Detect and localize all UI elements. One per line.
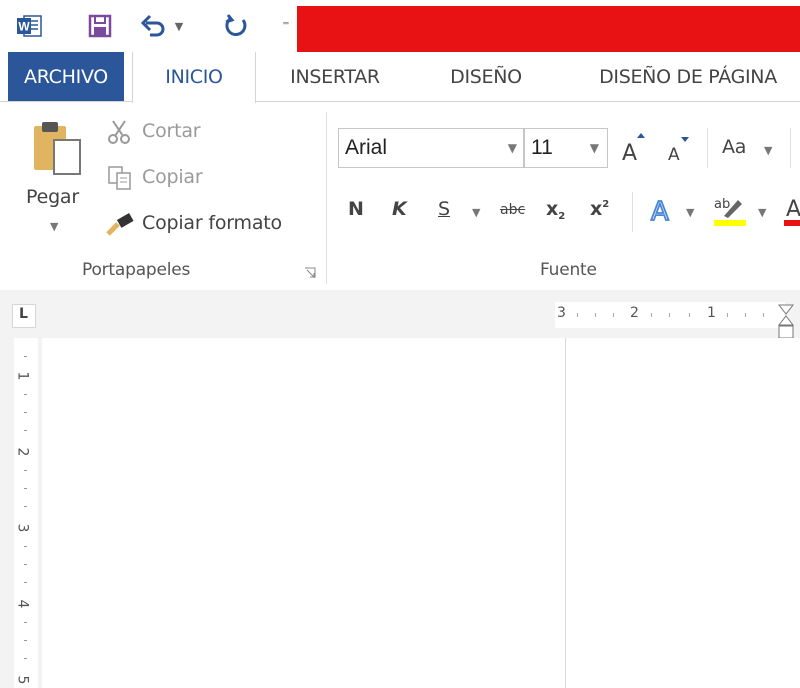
font-name-combo[interactable]: Arial ▼ — [338, 128, 524, 168]
tab-selector-label: L — [19, 306, 28, 322]
tab-diseno[interactable]: DISEÑO — [426, 52, 546, 102]
format-painter-icon[interactable] — [104, 210, 136, 238]
ruler-number: 2 — [14, 447, 31, 457]
svg-text:A: A — [651, 197, 669, 227]
svg-text:A: A — [786, 197, 800, 222]
change-case-button[interactable]: Aa — [722, 136, 746, 158]
underline-button[interactable]: S — [438, 198, 450, 220]
strikethrough-button[interactable]: abc — [500, 202, 525, 218]
undo-icon[interactable] — [138, 8, 170, 44]
superscript-button[interactable]: x2 — [590, 198, 609, 220]
paste-dropdown-icon[interactable]: ▼ — [50, 220, 58, 233]
ruler-number: 3 — [557, 305, 566, 321]
document-area: L 3 2 1 1 2 3 4 5 — [0, 290, 800, 688]
shrink-font-icon[interactable]: A — [666, 134, 692, 165]
font-separator — [707, 128, 708, 168]
font-color-icon[interactable]: A — [782, 192, 800, 228]
quick-access-toolbar: W ▼ ⁼ — [0, 0, 800, 52]
undo-dropdown-icon[interactable]: ▼ — [172, 8, 186, 44]
font-name-dropdown-icon[interactable]: ▼ — [508, 129, 517, 167]
horizontal-ruler[interactable]: 3 2 1 — [555, 302, 800, 339]
svg-text:ab: ab — [714, 197, 730, 212]
svg-text:W: W — [18, 20, 30, 34]
indent-marker-icon[interactable] — [777, 304, 795, 340]
copy-button[interactable]: Copiar — [142, 166, 203, 188]
font-separator — [790, 128, 791, 168]
group-separator — [326, 112, 327, 284]
tab-insertar[interactable]: INSERTAR — [270, 52, 400, 102]
font-size-combo[interactable]: 11 ▼ — [524, 128, 608, 168]
tab-inicio[interactable]: INICIO — [132, 52, 256, 103]
svg-text:A: A — [668, 145, 680, 164]
save-icon[interactable] — [84, 8, 116, 44]
font-name-value: Arial — [345, 136, 388, 159]
ribbon-tabs: ARCHIVO INICIO INSERTAR DISEÑO DISEÑO DE… — [0, 52, 800, 103]
ruler-margin-area — [555, 302, 785, 328]
ruler-number: 1 — [14, 371, 31, 381]
clipboard-launcher-icon[interactable] — [304, 264, 316, 278]
tab-selector-button[interactable]: L — [12, 304, 36, 328]
subscript-button[interactable]: x2 — [546, 198, 565, 222]
ribbon-inicio: Pegar ▼ Cortar Copiar Copiar formato Por… — [0, 102, 800, 291]
copy-icon[interactable] — [106, 164, 134, 192]
text-effects-icon[interactable]: A — [648, 192, 680, 228]
subscript-label: x — [546, 198, 559, 220]
tab-archivo[interactable]: ARCHIVO — [8, 52, 124, 102]
vertical-ruler[interactable]: 1 2 3 4 5 — [14, 338, 38, 688]
window-title-redacted — [297, 6, 800, 52]
ruler-number: 5 — [14, 675, 31, 685]
tab-diseno-pagina[interactable]: DISEÑO DE PÁGINA — [576, 52, 800, 102]
document-page-margin[interactable] — [42, 338, 565, 688]
underline-dropdown-icon[interactable]: ▼ — [472, 206, 480, 219]
bold-button[interactable]: N — [348, 198, 364, 220]
cut-icon[interactable] — [106, 118, 134, 146]
grow-font-icon[interactable]: A — [620, 130, 646, 166]
clipboard-group-label: Portapapeles — [82, 260, 191, 280]
highlight-icon[interactable]: ab — [712, 192, 748, 228]
font-size-dropdown-icon[interactable]: ▼ — [590, 129, 599, 167]
change-case-dropdown-icon[interactable]: ▼ — [764, 144, 772, 157]
ruler-number: 1 — [707, 305, 716, 321]
paste-label[interactable]: Pegar — [26, 186, 79, 208]
highlight-dropdown-icon[interactable]: ▼ — [758, 206, 766, 219]
format-painter-button[interactable]: Copiar formato — [142, 212, 282, 234]
font-size-value: 11 — [531, 136, 553, 159]
ruler-number: 2 — [630, 305, 639, 321]
word-icon[interactable]: W — [12, 8, 46, 44]
redo-icon[interactable] — [220, 8, 252, 44]
font-group-label: Fuente — [540, 260, 597, 280]
customize-icon[interactable]: ⁼ — [280, 8, 292, 44]
paste-icon[interactable] — [28, 118, 92, 182]
document-page-body[interactable] — [566, 338, 800, 688]
font-separator — [632, 192, 633, 232]
ruler-number: 3 — [14, 523, 31, 533]
superscript-label: x — [590, 198, 603, 220]
italic-button[interactable]: K — [392, 198, 407, 220]
ruler-number: 4 — [14, 599, 31, 609]
cut-button[interactable]: Cortar — [142, 120, 201, 142]
svg-text:A: A — [622, 141, 637, 164]
text-effects-dropdown-icon[interactable]: ▼ — [686, 206, 694, 219]
